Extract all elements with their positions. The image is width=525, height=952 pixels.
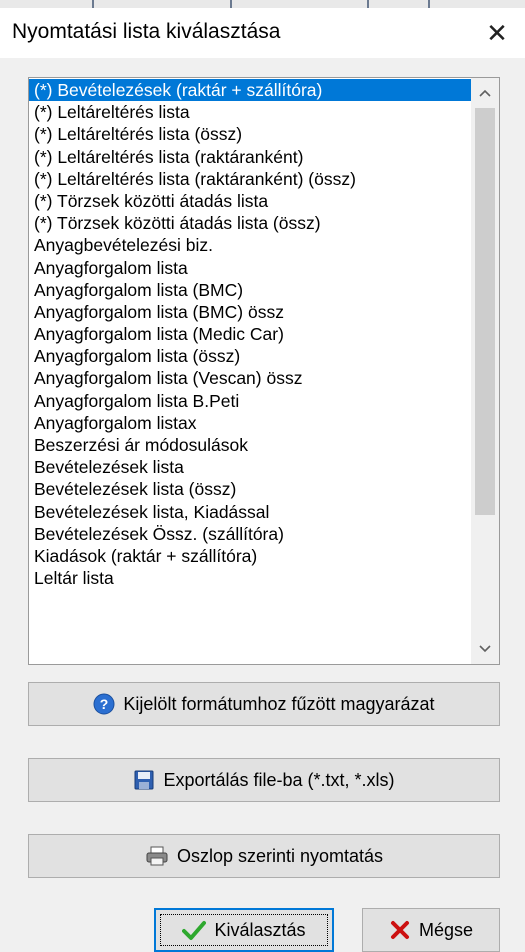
chevron-up-icon [479, 89, 491, 97]
dialog-title: Nyomtatási lista kiválasztása [12, 20, 281, 43]
list-item[interactable]: Bevételezések Össz. (szállítóra) [29, 523, 471, 545]
scroll-up-button[interactable] [471, 78, 499, 108]
list-item[interactable]: Beszerzési ár módosulások [29, 434, 471, 456]
list-item[interactable]: Anyagforgalom lista B.Peti [29, 390, 471, 412]
format-help-label: Kijelölt formátumhoz fűzött magyarázat [123, 693, 435, 714]
checkmark-icon [182, 919, 207, 941]
list-item[interactable]: Anyagforgalom lista [29, 257, 471, 279]
scrollbar-thumb[interactable] [475, 108, 495, 515]
list-item[interactable]: Bevételezések lista (össz) [29, 478, 471, 500]
floppy-disk-icon [133, 769, 155, 791]
list-item[interactable]: (*) Leltáreltérés lista (össz) [29, 123, 471, 145]
report-list: (*) Bevételezések (raktár + szállítóra)(… [29, 79, 471, 589]
scroll-down-button[interactable] [471, 634, 499, 664]
list-item[interactable]: (*) Leltáreltérés lista [29, 101, 471, 123]
list-item[interactable]: Anyagforgalom lista (Vescan) össz [29, 367, 471, 389]
report-listbox[interactable]: (*) Bevételezések (raktár + szállítóra)(… [28, 77, 500, 665]
list-item[interactable]: Anyagbevételezési biz. [29, 234, 471, 256]
list-item[interactable]: (*) Leltáreltérés lista (raktáranként) (… [29, 168, 471, 190]
title-bar: Nyomtatási lista kiválasztása ✕ [0, 8, 525, 58]
help-icon: ? [93, 693, 115, 715]
print-list-dialog: Nyomtatási lista kiválasztása ✕ (*) Bevé… [0, 8, 525, 952]
list-item[interactable]: Anyagforgalom listax [29, 412, 471, 434]
select-label: Kiválasztás [214, 919, 306, 940]
list-item[interactable]: (*) Törzsek közötti átadás lista (össz) [29, 212, 471, 234]
export-label: Exportálás file-ba (*.txt, *.xls) [163, 769, 395, 790]
list-item[interactable]: Bevételezések lista [29, 456, 471, 478]
list-item[interactable]: (*) Leltáreltérés lista (raktáranként) [29, 146, 471, 168]
format-help-button[interactable]: ? Kijelölt formátumhoz fűzött magyarázat [28, 682, 500, 726]
list-item[interactable]: (*) Bevételezések (raktár + szállítóra) [29, 79, 471, 102]
list-item[interactable]: Anyagforgalom lista (BMC) [29, 279, 471, 301]
select-button[interactable]: Kiválasztás [154, 908, 334, 952]
list-item[interactable]: Leltár lista [29, 567, 471, 589]
printer-icon [145, 845, 169, 867]
list-item[interactable]: Anyagforgalom lista (Medic Car) [29, 323, 471, 345]
list-item[interactable]: (*) Törzsek közötti átadás lista [29, 190, 471, 212]
svg-text:?: ? [100, 696, 109, 712]
cancel-button[interactable]: Mégse [362, 908, 500, 952]
red-x-icon [389, 919, 411, 941]
cancel-label: Mégse [418, 919, 474, 940]
vertical-scrollbar[interactable] [471, 78, 499, 664]
close-button[interactable]: ✕ [469, 8, 525, 58]
column-print-label: Oszlop szerinti nyomtatás [176, 845, 384, 866]
list-item[interactable]: Kiadások (raktár + szállítóra) [29, 545, 471, 567]
list-item[interactable]: Anyagforgalom lista (össz) [29, 345, 471, 367]
list-item[interactable]: Bevételezések lista, Kiadással [29, 501, 471, 523]
column-print-button[interactable]: Oszlop szerinti nyomtatás [28, 834, 500, 878]
list-item[interactable]: Anyagforgalom lista (BMC) össz [29, 301, 471, 323]
close-icon: ✕ [486, 17, 508, 48]
chevron-down-icon [479, 645, 491, 653]
export-to-file-button[interactable]: Exportálás file-ba (*.txt, *.xls) [28, 758, 500, 802]
